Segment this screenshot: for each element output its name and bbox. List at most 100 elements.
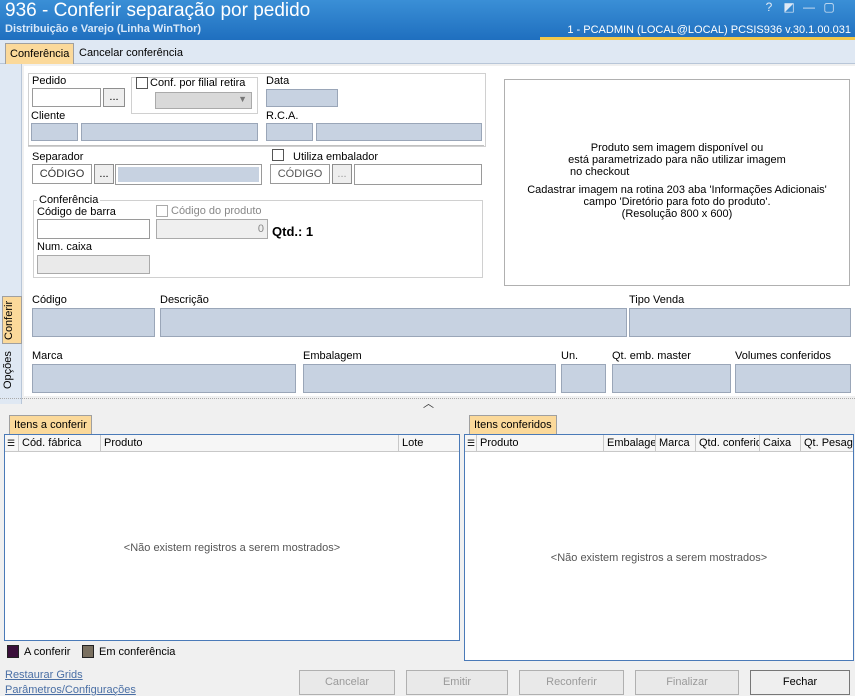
restaurar-grids-link[interactable]: Restaurar Grids: [5, 669, 83, 681]
col-cod-fabrica[interactable]: Cód. fábrica: [19, 435, 101, 452]
tab-itens-conferidos[interactable]: Itens conferidos: [469, 415, 557, 435]
embalagem-label: Embalagem: [303, 350, 362, 362]
pedido-input[interactable]: [32, 88, 101, 107]
separador-search-button[interactable]: ...: [94, 164, 114, 184]
reconferir-button[interactable]: Reconferir: [519, 670, 624, 695]
side-tab-conferir[interactable]: Conferir: [2, 296, 22, 344]
top-tab-bar: Conferência Cancelar conferência: [0, 40, 855, 64]
data-field: [266, 89, 338, 107]
col-qtd-conferida[interactable]: Qtd. conferida: [696, 435, 760, 452]
col-qt-pesagem[interactable]: Qt. Pesagem: [801, 435, 853, 452]
cliente-label: Cliente: [31, 110, 66, 122]
un-label: Un.: [561, 350, 579, 362]
pedido-label: Pedido: [32, 75, 67, 87]
separador-label: Separador: [32, 151, 84, 163]
maximize-icon[interactable]: ▢: [820, 0, 838, 14]
grid-header: ☰ Cód. fábrica Produto Lote: [5, 435, 459, 452]
codigo-barra-label: Código de barra: [37, 206, 116, 218]
descricao-field: [160, 308, 627, 337]
cliente-name-field: [81, 123, 258, 141]
tipo-venda-field: [629, 308, 851, 337]
volumes-conferidos-field: [735, 364, 851, 393]
image-msg-line6: (Resolução 800 x 600): [621, 208, 733, 220]
tipo-venda-label: Tipo Venda: [629, 294, 685, 306]
col-caixa[interactable]: Caixa: [760, 435, 801, 452]
col-marca[interactable]: Marca: [656, 435, 696, 452]
qt-emb-master-label: Qt. emb. master: [612, 350, 691, 362]
cliente-code-field: [31, 123, 78, 141]
rca-code-field: [266, 123, 313, 141]
image-msg-line5: campo 'Diretório para foto do produto'.: [583, 196, 771, 208]
tab-itens-a-conferir[interactable]: Itens a conferir: [9, 415, 92, 435]
fechar-button[interactable]: Fechar: [750, 670, 850, 695]
col-lote[interactable]: Lote: [399, 435, 459, 452]
conf-filial-label: Conf. por filial retira: [150, 77, 246, 89]
embalador-codigo-input[interactable]: CÓDIGO: [270, 164, 330, 184]
help-icon[interactable]: ?: [760, 0, 778, 14]
embalador-name-field: [354, 164, 482, 185]
codigo-produto-input[interactable]: 0: [156, 219, 268, 239]
codigo-produto-checkbox[interactable]: [156, 205, 168, 217]
conf-filial-checkbox[interactable]: [136, 77, 148, 89]
qtd-label: Qtd.: 1: [272, 224, 314, 239]
legend-a-conferir: A conferir: [24, 646, 71, 658]
column-chooser-icon[interactable]: ☰: [465, 435, 477, 452]
codigo-barra-input[interactable]: [37, 219, 150, 239]
utiliza-embalador-checkbox[interactable]: [272, 149, 284, 161]
utiliza-embalador-label: Utiliza embalador: [293, 151, 378, 163]
minimize-icon[interactable]: —: [800, 0, 818, 14]
legend-swatch-em-conferencia: [82, 645, 94, 658]
num-caixa-label: Num. caixa: [37, 241, 93, 253]
panel-splitter[interactable]: ︿: [0, 395, 855, 411]
marca-field: [32, 364, 296, 393]
session-info: 1 - PCADMIN (LOCAL@LOCAL) PCSIS936 v.30.…: [567, 24, 851, 36]
tab-cancelar-conferencia[interactable]: Cancelar conferência: [75, 43, 187, 64]
finalizar-button[interactable]: Finalizar: [635, 670, 739, 695]
marca-label: Marca: [32, 350, 63, 362]
embalador-search-button[interactable]: ...: [332, 164, 352, 184]
image-msg-line1: Produto sem imagem disponível ou: [590, 142, 764, 154]
image-msg-line2: está parametrizado para não utilizar ima…: [568, 154, 786, 166]
window-subtitle: Distribuição e Varejo (Linha WinThor): [5, 23, 202, 35]
codigo-label: Código: [32, 294, 67, 306]
volumes-conferidos-label: Volumes conferidos: [735, 350, 831, 362]
conferencia-group-title: Conferência: [37, 194, 101, 206]
rca-name-field: [316, 123, 482, 141]
image-msg-line3: no checkout: [570, 166, 630, 178]
un-field: [561, 364, 606, 393]
itens-conferidos-grid: ☰ Produto Embalagem Marca Qtd. conferida…: [464, 434, 854, 661]
column-chooser-icon[interactable]: ☰: [5, 435, 19, 452]
empty-message: <Não existem registros a serem mostrados…: [123, 542, 341, 554]
side-tab-opcoes[interactable]: Opções: [2, 348, 22, 392]
data-label: Data: [266, 75, 290, 87]
pedido-search-button[interactable]: ...: [103, 88, 125, 107]
empty-message: <Não existem registros a serem mostrados…: [550, 552, 768, 564]
emitir-button[interactable]: Emitir: [406, 670, 508, 695]
separador-codigo-input[interactable]: CÓDIGO: [32, 164, 92, 184]
legend-swatch-a-conferir: [7, 645, 19, 658]
side-tab-strip: Conferir Opções: [0, 64, 22, 404]
cancelar-button[interactable]: Cancelar: [299, 670, 395, 695]
descricao-label: Descrição: [160, 294, 209, 306]
num-caixa-input[interactable]: [37, 255, 150, 274]
col-embalagem[interactable]: Embalagem: [604, 435, 656, 452]
itens-a-conferir-grid: ☰ Cód. fábrica Produto Lote <Não existem…: [4, 434, 460, 641]
col-produto[interactable]: Produto: [101, 435, 399, 452]
filial-select[interactable]: ▼: [155, 92, 252, 109]
embalagem-field: [303, 364, 556, 393]
title-bar: 936 - Conferir separação por pedido Dist…: [0, 0, 855, 40]
image-msg-line4: Cadastrar imagem na rotina 203 aba 'Info…: [527, 184, 827, 196]
rca-label: R.C.A.: [266, 110, 299, 122]
tab-conferencia[interactable]: Conferência: [5, 43, 75, 64]
divider: [28, 145, 484, 146]
collapse-chevron-icon[interactable]: ︿: [423, 395, 434, 411]
restore-layout-icon[interactable]: ◩: [780, 0, 798, 14]
parametros-configuracoes-link[interactable]: Parâmetros/Configurações: [5, 684, 136, 696]
chevron-down-icon: ▼: [238, 94, 247, 104]
col-produto[interactable]: Produto: [477, 435, 604, 452]
product-image-placeholder: Produto sem imagem disponível ou está pa…: [504, 79, 850, 286]
codigo-field: [32, 308, 155, 337]
separador-name-field: [115, 164, 262, 185]
grid-header: ☰ Produto Embalagem Marca Qtd. conferida…: [465, 435, 853, 452]
codigo-produto-label: Código do produto: [171, 205, 262, 217]
